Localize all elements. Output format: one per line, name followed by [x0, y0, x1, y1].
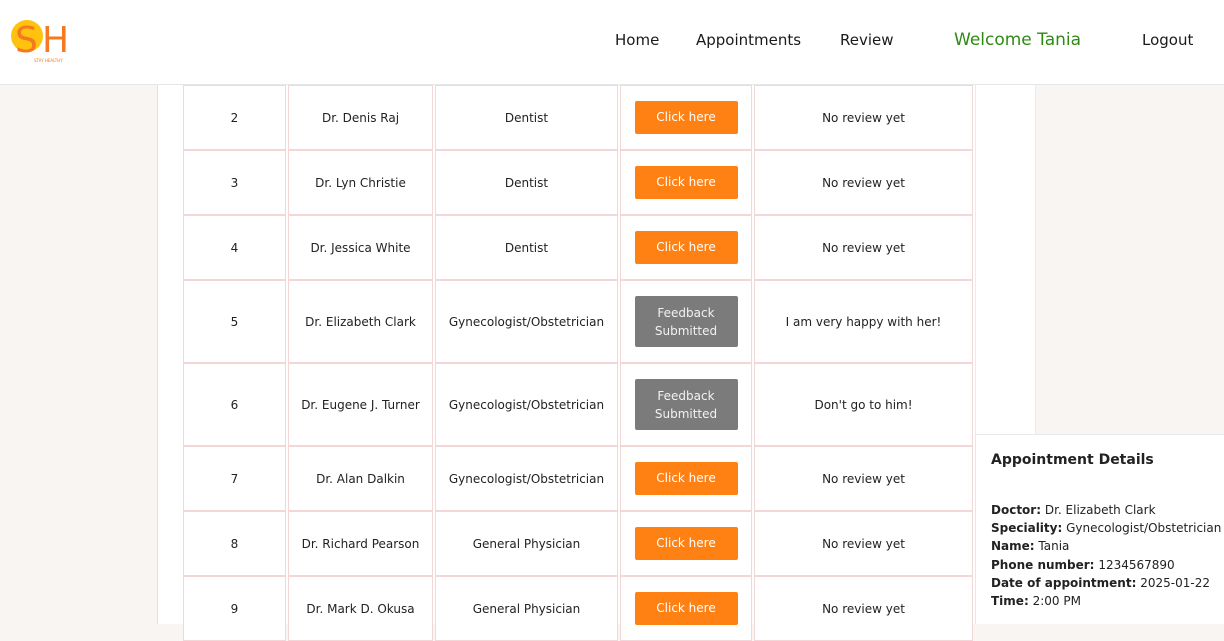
detail-doctor-label: Doctor:: [991, 503, 1042, 517]
detail-time-label: Time:: [991, 594, 1029, 609]
feedback-cell: Click here: [620, 150, 752, 215]
give-feedback-button[interactable]: Click here: [634, 527, 738, 560]
doctor-name-cell: Dr. Richard Pearson: [288, 511, 433, 576]
doctors-review-table: 2 Dr. Denis Raj Dentist Click here No review…: [181, 85, 975, 641]
doctor-name-cell: Dr. Lyn Christie: [288, 150, 433, 215]
feedback-cell: Click here: [620, 511, 752, 576]
speciality-cell: General Physician: [435, 576, 618, 641]
give-feedback-button[interactable]: Click here: [634, 231, 738, 264]
detail-time: Time: 2:00 PM: [991, 592, 1221, 610]
feedback-cell: Feedback Submitted: [620, 280, 752, 363]
doctor-name-cell: Dr. Eugene J. Turner: [288, 363, 433, 446]
feedback-cell: Feedback Submitted: [620, 363, 752, 446]
table-row: 7 Dr. Alan Dalkin Gynecologist/Obstetricia…: [183, 446, 973, 511]
speciality-cell: Gynecologist/Obstetrician: [435, 280, 618, 363]
give-feedback-button[interactable]: Click here: [634, 462, 738, 495]
navbar: S H STAY HEALTHY Home Appointments Revie…: [0, 0, 1224, 85]
give-feedback-button[interactable]: Click here: [634, 592, 738, 625]
serial-number-cell: 7: [183, 446, 286, 511]
review-text-cell: No review yet: [754, 85, 973, 150]
table-row: 2 Dr. Denis Raj Dentist Click here No review…: [183, 85, 973, 150]
review-text-cell: No review yet: [754, 511, 973, 576]
speciality-cell: Gynecologist/Obstetrician: [435, 446, 618, 511]
feedback-submitted-button[interactable]: Feedback Submitted: [634, 296, 738, 347]
detail-date-value: 2025-01-22: [1140, 575, 1210, 590]
detail-phone-label: Phone number:: [991, 557, 1095, 572]
table-row: 3 Dr. Lyn Christie Dentist Click here No rev…: [183, 150, 973, 215]
detail-speciality-label: Speciality:: [991, 521, 1063, 536]
review-text-cell: I am very happy with her!: [754, 280, 973, 363]
detail-phone: Phone number: 1234567890: [991, 556, 1221, 574]
appointment-details-list: Doctor: Dr. Elizabeth Clark Speciality: …: [991, 501, 1221, 610]
doctor-name-cell: Dr. Alan Dalkin: [288, 446, 433, 511]
speciality-cell: Dentist: [435, 85, 618, 150]
serial-number-cell: 9: [183, 576, 286, 641]
doctor-name-cell: Dr. Jessica White: [288, 215, 433, 280]
doctor-name-cell: Dr. Denis Raj: [288, 85, 433, 150]
detail-date: Date of appointment: 2025-01-22: [991, 574, 1221, 592]
serial-number-cell: 3: [183, 150, 286, 215]
detail-time-value: 2:00 PM: [1032, 594, 1081, 609]
doctor-name-cell: Dr. Mark D. Okusa: [288, 576, 433, 641]
nav-home-link[interactable]: Home: [615, 31, 659, 49]
table-row: 5 Dr. Elizabeth Clark Gynecologist/Obstetr…: [183, 280, 973, 363]
stay-healthy-logo[interactable]: S H STAY HEALTHY: [10, 14, 72, 64]
serial-number-cell: 2: [183, 85, 286, 150]
feedback-cell: Click here: [620, 85, 752, 150]
speciality-cell: General Physician: [435, 511, 618, 576]
table-row: 9 Dr. Mark D. Okusa General Physician Click…: [183, 576, 973, 641]
svg-text:H: H: [42, 20, 69, 61]
feedback-cell: Click here: [620, 446, 752, 511]
feedback-cell: Click here: [620, 576, 752, 641]
give-feedback-button[interactable]: Click here: [634, 101, 738, 134]
left-spacer: [0, 85, 158, 624]
feedback-cell: Click here: [620, 215, 752, 280]
table-row: 8 Dr. Richard Pearson General Physician Cli…: [183, 511, 973, 576]
nav-appointments-link[interactable]: Appointments: [696, 31, 801, 49]
table-row: 4 Dr. Jessica White Dentist Click here No re…: [183, 215, 973, 280]
detail-doctor-value: Dr. Elizabeth Clark: [1044, 503, 1156, 517]
review-text-cell: No review yet: [754, 215, 973, 280]
serial-number-cell: 5: [183, 280, 286, 363]
speciality-cell: Dentist: [435, 215, 618, 280]
give-feedback-button[interactable]: Click here: [634, 166, 738, 199]
feedback-submitted-button[interactable]: Feedback Submitted: [634, 379, 738, 430]
table-body: 2 Dr. Denis Raj Dentist Click here No review…: [183, 85, 973, 641]
detail-name-value: Tania: [1038, 539, 1070, 554]
table-row: 6 Dr. Eugene J. Turner Gynecologist/Obstet…: [183, 363, 973, 446]
detail-speciality: Speciality: Gynecologist/Obstetrician: [991, 519, 1221, 537]
logout-button[interactable]: Logout: [1142, 31, 1193, 49]
detail-phone-value: 1234567890: [1098, 557, 1175, 572]
appointment-details-title: Appointment Details: [991, 452, 1154, 468]
speciality-cell: Gynecologist/Obstetrician: [435, 363, 618, 446]
appointment-details-card: Appointment Details Doctor: Dr. Elizabet…: [975, 434, 1224, 624]
review-text-cell: No review yet: [754, 150, 973, 215]
detail-date-label: Date of appointment:: [991, 575, 1137, 590]
serial-number-cell: 6: [183, 363, 286, 446]
review-text-cell: No review yet: [754, 446, 973, 511]
welcome-user-text: Welcome Tania: [954, 30, 1082, 50]
review-text-cell: Don't go to him!: [754, 363, 973, 446]
detail-name-label: Name:: [991, 539, 1035, 554]
svg-text:S: S: [15, 20, 38, 61]
doctor-name-cell: Dr. Elizabeth Clark: [288, 280, 433, 363]
detail-doctor: Doctor: Dr. Elizabeth Clark: [991, 501, 1221, 519]
serial-number-cell: 4: [183, 215, 286, 280]
review-text-cell: No review yet: [754, 576, 973, 641]
nav-review-link[interactable]: Review: [840, 31, 894, 49]
detail-speciality-value: Gynecologist/Obstetrician: [1066, 521, 1222, 536]
speciality-cell: Dentist: [435, 150, 618, 215]
detail-name: Name: Tania: [991, 537, 1221, 555]
serial-number-cell: 8: [183, 511, 286, 576]
svg-text:STAY HEALTHY: STAY HEALTHY: [34, 58, 63, 63]
